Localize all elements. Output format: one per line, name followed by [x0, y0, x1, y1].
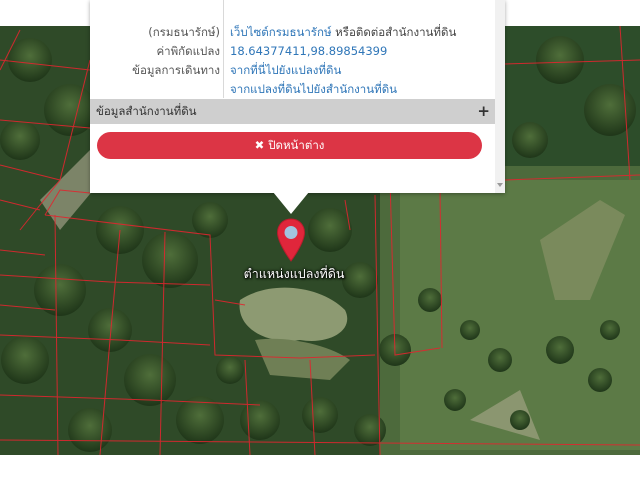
- contact-land-office-text: หรือติดต่อสำนักงานที่ดิน: [331, 25, 457, 39]
- close-window-button[interactable]: ✖ ปิดหน้าต่าง: [97, 132, 482, 159]
- marker-label: ตำแหน่งแปลงที่ดิน: [243, 266, 345, 281]
- close-button-label: ปิดหน้าต่าง: [268, 138, 325, 152]
- directions-to-office-link[interactable]: จากแปลงที่ดินไปยังสำนักงานที่ดิน: [230, 80, 397, 99]
- info-row-travel: ข้อมูลการเดินทาง จากที่นี่ไปยังแปลงที่ดิ…: [90, 61, 495, 80]
- section-header-label: ข้อมูลสำนักงานที่ดิน: [96, 104, 197, 118]
- popup-scrollbar[interactable]: [495, 0, 505, 193]
- info-label: ข้อมูลการเดินทาง: [132, 63, 220, 77]
- directions-to-parcel-link[interactable]: จากที่นี่ไปยังแปลงที่ดิน: [230, 61, 341, 80]
- info-value: เว็บไซต์กรมธนารักษ์ หรือติดต่อสำนักงานที…: [230, 23, 456, 42]
- coordinates-value: 18.64377411,98.89854399: [230, 44, 388, 58]
- bottom-margin: [0, 455, 640, 480]
- popup-pointer: [273, 192, 309, 214]
- close-icon: ✖: [254, 138, 265, 152]
- info-label: (กรมธนารักษ์): [148, 25, 220, 39]
- info-row-treasury: (กรมธนารักษ์) เว็บไซต์กรมธนารักษ์ หรือติ…: [90, 23, 495, 42]
- info-label: ค่าพิกัดแปลง: [156, 44, 220, 58]
- info-row-coordinates: ค่าพิกัดแปลง 18.64377411,98.89854399: [90, 42, 495, 61]
- map-pin-icon[interactable]: [276, 218, 306, 262]
- plus-icon[interactable]: +: [477, 99, 490, 124]
- treasury-website-link[interactable]: เว็บไซต์กรมธนารักษ์: [230, 25, 332, 39]
- info-popup: (กรมธนารักษ์) เว็บไซต์กรมธนารักษ์ หรือติ…: [90, 0, 505, 193]
- land-office-section-header[interactable]: ข้อมูลสำนักงานที่ดิน +: [90, 99, 495, 124]
- info-row-travel-2: จากแปลงที่ดินไปยังสำนักงานที่ดิน: [90, 80, 495, 99]
- scroll-down-arrow-icon[interactable]: [497, 183, 503, 187]
